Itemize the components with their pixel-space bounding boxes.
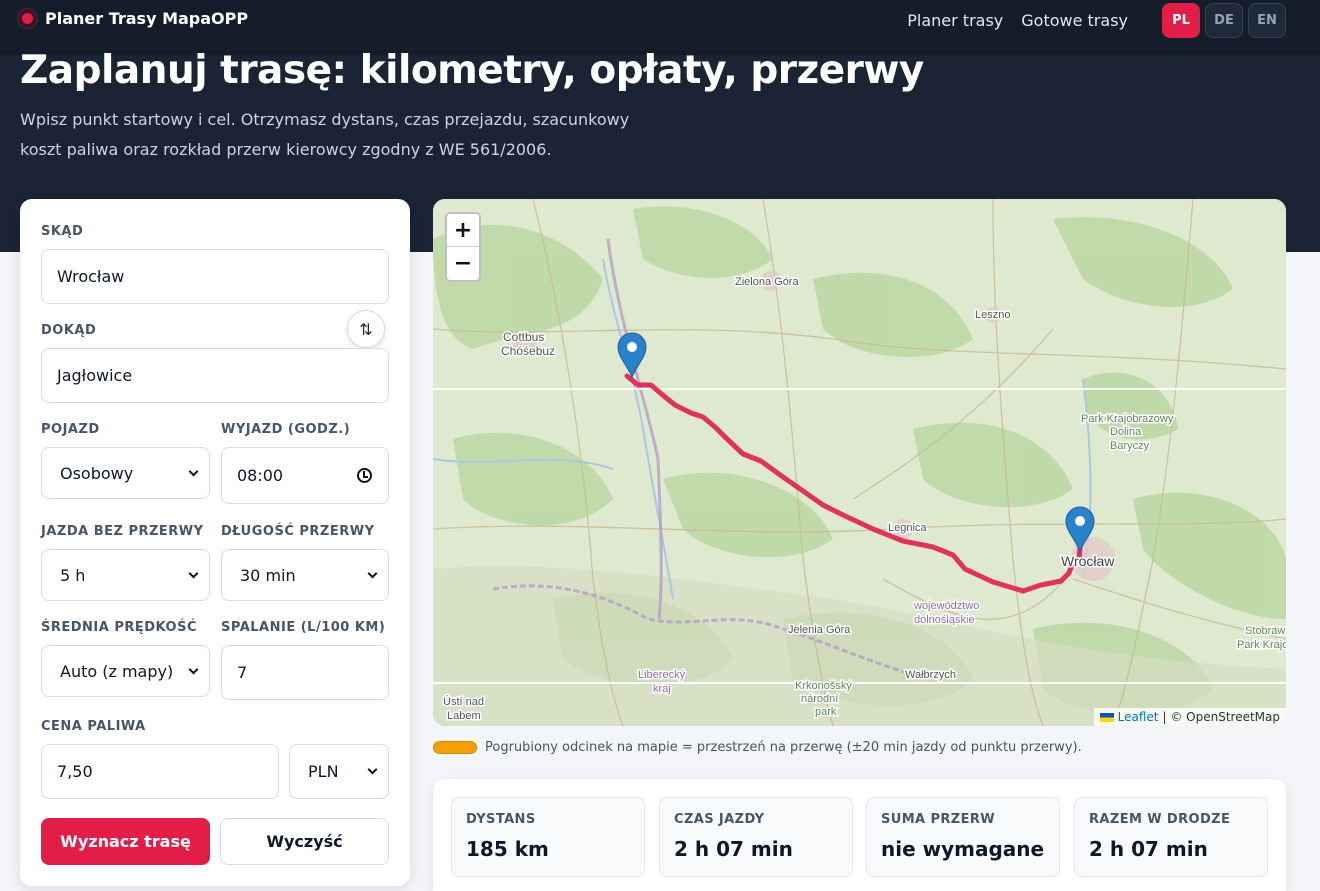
speed-select[interactable]: Auto (z mapy) <box>41 645 210 697</box>
brand-name: Planer Trasy MapaOPP <box>45 9 249 28</box>
place-label: Baryczy <box>1110 440 1150 452</box>
brand-dot-icon <box>18 9 37 28</box>
place-label: park <box>815 706 837 718</box>
place-label: Wałbrzych <box>905 669 956 681</box>
vehicle-select[interactable]: Osobowy <box>41 447 210 499</box>
place-label: kraj <box>653 683 671 695</box>
drive-label: JAZDA BEZ PRZERWY <box>41 524 204 539</box>
main-nav: Planer trasy Gotowe trasy <box>907 11 1128 30</box>
vehicle-label: POJAZD <box>41 422 100 437</box>
zoom-control: + − <box>445 212 481 282</box>
ukraine-flag-icon <box>1099 712 1114 722</box>
place-label: Dolina <box>1110 426 1142 438</box>
place-label: Ústí nad <box>443 695 484 708</box>
chevron-down-icon <box>188 466 199 476</box>
top-navigation-bar: Planer Trasy MapaOPP Planer trasy Gotowe… <box>0 0 1320 55</box>
place-label: národní <box>801 693 838 705</box>
place-label: Park Krajob <box>1237 639 1286 651</box>
place-label: Krkonošský <box>795 680 852 692</box>
place-label: Park Krajobrazowy <box>1081 413 1174 425</box>
language-switcher: PL DE EN <box>1162 3 1286 38</box>
map-attribution: Leaflet | © OpenStreetMap <box>1093 708 1286 726</box>
fuel-price-input[interactable]: 7,50 <box>41 744 279 799</box>
break-length-value: 30 min <box>240 565 296 585</box>
currency-select[interactable]: PLN <box>289 744 389 799</box>
place-label: Chóśebuz <box>501 344 555 358</box>
chevron-down-icon <box>367 764 378 775</box>
place-label: Leszno <box>975 309 1010 321</box>
nav-link-route-planner[interactable]: Planer trasy <box>907 11 1003 30</box>
stat-label: SUMA PRZERW <box>881 812 996 827</box>
place-label: Cottbus <box>503 330 544 344</box>
lang-button-de[interactable]: DE <box>1205 3 1243 38</box>
break-length-select[interactable]: 30 min <box>221 549 389 601</box>
chevron-down-icon <box>188 664 199 674</box>
zoom-out-button[interactable]: − <box>447 247 479 280</box>
fuel-price-value: 7,50 <box>57 762 93 781</box>
vehicle-select-value: Osobowy <box>60 463 134 483</box>
page-title: Zaplanuj trasę: kilometry, opłaty, przer… <box>20 48 924 93</box>
stat-label: DYSTANS <box>466 812 536 827</box>
from-label: SKĄD <box>41 224 84 239</box>
lang-button-pl[interactable]: PL <box>1162 3 1200 38</box>
place-label: Liberecký <box>638 669 686 681</box>
chevron-down-icon <box>188 568 199 578</box>
legend-swatch <box>433 741 477 754</box>
stat-value: nie wymagane <box>881 837 1045 861</box>
stat-label: RAZEM W DRODZE <box>1089 812 1231 827</box>
from-input-value: Wrocław <box>57 267 125 286</box>
calculate-route-button[interactable]: Wyznacz trasę <box>41 818 210 865</box>
swap-icon[interactable]: ⇅ <box>347 310 385 348</box>
nav-link-ready-routes[interactable]: Gotowe trasy <box>1021 11 1128 30</box>
route-summary: DYSTANS 185 km CZAS JAZDY 2 h 07 min SUM… <box>433 779 1286 891</box>
stat-label: CZAS JAZDY <box>674 812 765 827</box>
place-label: Legnica <box>888 522 927 534</box>
departure-time-input[interactable]: 08:00 <box>221 447 389 504</box>
place-label: Jelenia Góra <box>788 624 851 636</box>
to-input[interactable]: Jagłowice <box>41 348 389 403</box>
departure-time-value: 08:00 <box>237 466 284 485</box>
leaflet-link[interactable]: Leaflet <box>1118 710 1159 724</box>
page-subtitle: Wpisz punkt startowy i cel. Otrzymasz dy… <box>20 110 630 159</box>
currency-select-value: PLN <box>308 762 339 781</box>
drive-time-value: 5 h <box>60 565 86 585</box>
consumption-input[interactable]: 7 <box>221 645 389 700</box>
place-label: Labem <box>447 710 481 722</box>
speed-label: ŚREDNIA PRĘDKOŚĆ <box>41 620 198 635</box>
fuel-price-label: CENA PALIWA <box>41 719 146 734</box>
consumption-label: SPALANIE (L/100 KM) <box>221 620 386 635</box>
stat-total-time: RAZEM W DRODZE 2 h 07 min <box>1074 797 1268 877</box>
place-label: Wrocław <box>1061 553 1115 569</box>
chevron-down-icon <box>367 568 378 578</box>
to-label: DOKĄD <box>41 323 97 338</box>
clear-button[interactable]: Wyczyść <box>220 818 389 865</box>
stat-breaks: SUMA PRZERW nie wymagane <box>866 797 1060 877</box>
osm-attribution[interactable]: | © OpenStreetMap <box>1162 710 1280 724</box>
drive-time-select[interactable]: 5 h <box>41 549 210 601</box>
stat-value: 185 km <box>466 837 549 861</box>
zoom-in-button[interactable]: + <box>447 214 479 247</box>
to-input-value: Jagłowice <box>57 366 133 385</box>
place-label: Stobraw <box>1245 625 1285 637</box>
stat-drive-time: CZAS JAZDY 2 h 07 min <box>659 797 853 877</box>
map-canvas[interactable]: Zielona Góra Leszno Cottbus Chóśebuz Par… <box>433 199 1286 726</box>
stat-distance: DYSTANS 185 km <box>451 797 645 877</box>
map-legend: Pogrubiony odcinek na mapie = przestrzeń… <box>433 740 1082 755</box>
legend-text: Pogrubiony odcinek na mapie = przestrzeń… <box>485 740 1082 755</box>
route-form-panel: SKĄD Wrocław DOKĄD ⇅ Jagłowice POJAZD Os… <box>20 199 410 886</box>
brand-logo[interactable]: Planer Trasy MapaOPP <box>18 9 248 28</box>
from-input[interactable]: Wrocław <box>41 249 389 304</box>
speed-select-value: Auto (z mapy) <box>60 661 174 681</box>
departure-label: WYJAZD (GODZ.) <box>221 422 351 437</box>
stat-value: 2 h 07 min <box>1089 837 1208 861</box>
route-map[interactable]: Zielona Góra Leszno Cottbus Chóśebuz Par… <box>433 199 1286 726</box>
place-label: Zielona Góra <box>735 276 799 288</box>
lang-button-en[interactable]: EN <box>1248 3 1286 38</box>
place-label: województwo <box>913 600 979 612</box>
stat-value: 2 h 07 min <box>674 837 793 861</box>
consumption-input-value: 7 <box>237 663 248 682</box>
break-label: DŁUGOŚĆ PRZERWY <box>221 524 375 539</box>
place-label: dolnośląskie <box>914 614 975 626</box>
clock-icon[interactable] <box>357 468 372 483</box>
